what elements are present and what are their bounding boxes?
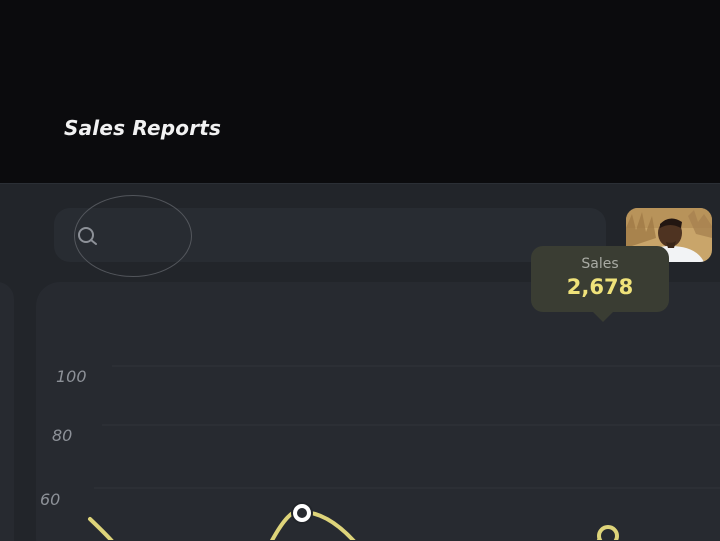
data-point-peak-inner [297, 508, 307, 518]
tooltip-label: Sales [581, 256, 619, 272]
tooltip-value: 2,678 [566, 275, 634, 299]
chart-gridlines [94, 365, 720, 489]
sales-tooltip: Sales 2,678 [531, 246, 669, 322]
y-tick-100: 100 [56, 367, 87, 386]
y-tick-60: 60 [40, 490, 60, 509]
data-point-selected[interactable] [597, 525, 619, 540]
sales-series-line [88, 509, 618, 540]
y-tick-80: 80 [52, 426, 72, 445]
